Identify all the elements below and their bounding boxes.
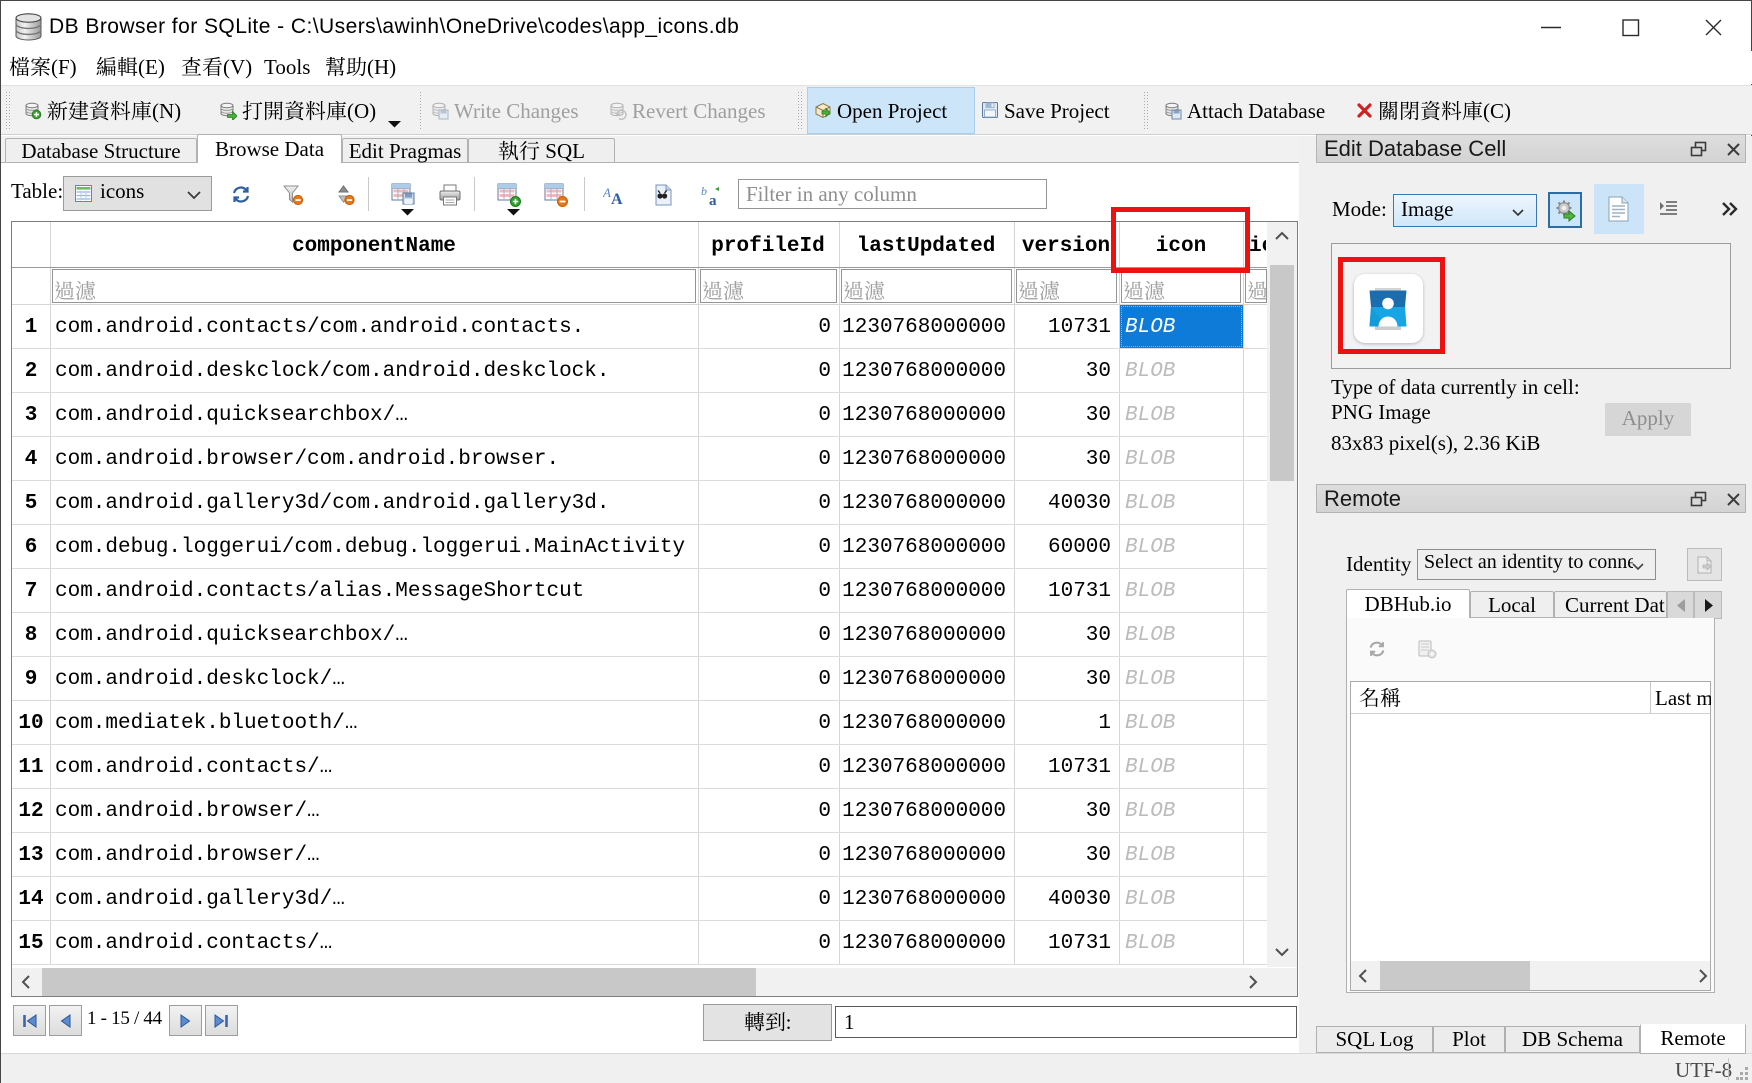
svg-text:A: A [603,185,611,200]
svg-text:A: A [611,191,623,205]
svg-text:b: b [701,185,707,198]
svg-text:a: a [709,193,717,207]
